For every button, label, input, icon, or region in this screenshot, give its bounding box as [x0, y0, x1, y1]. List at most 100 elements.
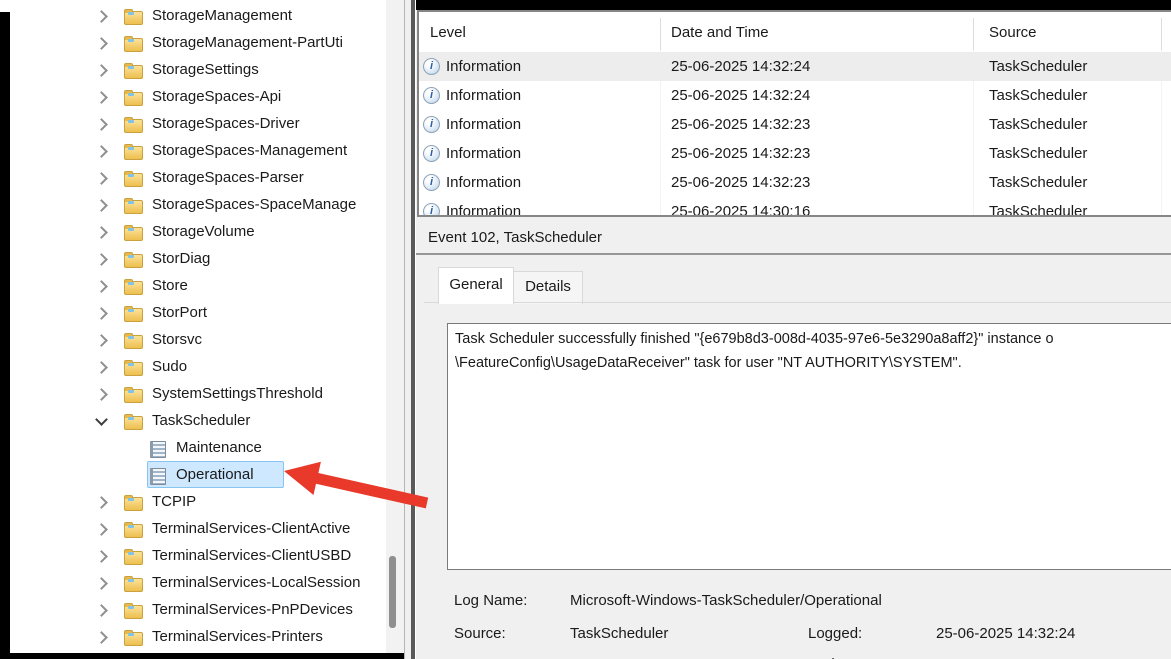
tree-item-label: StorPort [152, 304, 207, 321]
tree-scrollbar-thumb[interactable] [389, 556, 396, 628]
tree-item-storagespaces-spacemanage[interactable]: StorageSpaces-SpaceManage [0, 192, 386, 219]
column-header-date[interactable]: Date and Time [671, 24, 769, 41]
event-row[interactable]: iInformation25-06-2025 14:32:23TaskSched… [419, 110, 1171, 139]
folder-icon [124, 38, 143, 52]
folder-icon [124, 578, 143, 592]
tree-item-stordiag[interactable]: StorDiag [0, 246, 386, 273]
tree-item-label: Sudo [152, 358, 187, 375]
chevron-right-icon[interactable] [95, 280, 108, 293]
chevron-right-icon[interactable] [95, 226, 108, 239]
folder-icon [124, 65, 143, 79]
column-header-source[interactable]: Source [989, 24, 1037, 41]
tree-item-storport[interactable]: StorPort [0, 300, 386, 327]
chevron-right-icon[interactable] [95, 10, 108, 23]
event-row[interactable]: iInformation25-06-2025 14:32:23TaskSched… [419, 139, 1171, 168]
chevron-right-icon[interactable] [95, 172, 108, 185]
event-row[interactable]: iInformation25-06-2025 14:30:16TaskSched… [419, 197, 1171, 217]
event-source-cell: TaskScheduler [989, 58, 1087, 75]
tree-item-label: StorDiag [152, 250, 210, 267]
tree-item-storagespaces-api[interactable]: StorageSpaces-Api [0, 84, 386, 111]
tree-item-taskscheduler[interactable]: TaskScheduler [0, 408, 386, 435]
information-level-icon: i [423, 145, 440, 162]
logged-value: 25-06-2025 14:32:24 [936, 625, 1075, 642]
chevron-right-icon[interactable] [95, 388, 108, 401]
chevron-right-icon[interactable] [95, 496, 108, 509]
event-level-cell: Information [446, 116, 521, 133]
tree-item-terminalservices-clientactive[interactable]: TerminalServices-ClientActive [0, 516, 386, 543]
information-level-icon: i [423, 203, 440, 217]
event-list[interactable]: Level Date and Time Source iInformation2… [417, 10, 1171, 217]
tree-item-terminalservices-printers[interactable]: TerminalServices-Printers [0, 624, 386, 651]
column-separator[interactable] [660, 18, 661, 50]
tree-item-terminalservices-localsession[interactable]: TerminalServices-LocalSession [0, 570, 386, 597]
tree-item-storagespaces-management[interactable]: StorageSpaces-Management [0, 138, 386, 165]
chevron-right-icon[interactable] [95, 64, 108, 77]
event-content-panel: Level Date and Time Source iInformation2… [416, 0, 1171, 659]
tree-item-storagemanagement[interactable]: StorageManagement [0, 3, 386, 30]
tree-item-operational[interactable]: Operational [0, 462, 386, 489]
folder-icon [124, 11, 143, 25]
folder-icon [124, 389, 143, 403]
tree-item-label: Storsvc [152, 331, 202, 348]
tree-item-label: Operational [176, 466, 254, 483]
chevron-right-icon[interactable] [95, 118, 108, 131]
tab-details[interactable]: Details [513, 271, 583, 304]
tree-item-label: StorageSpaces-Management [152, 142, 347, 159]
folder-icon [124, 227, 143, 241]
event-detail-header: Event 102, TaskScheduler [416, 225, 1171, 253]
event-row[interactable]: iInformation25-06-2025 14:32:24TaskSched… [419, 81, 1171, 110]
chevron-right-icon[interactable] [95, 523, 108, 536]
event-description-line: Task Scheduler successfully finished "{e… [455, 331, 1054, 347]
tree-item-storagevolume[interactable]: StorageVolume [0, 219, 386, 246]
tree-item-storsvc[interactable]: Storsvc [0, 327, 386, 354]
tree-item-terminalservices-clientusbd[interactable]: TerminalServices-ClientUSBD [0, 543, 386, 570]
tree-item-storagespaces-driver[interactable]: StorageSpaces-Driver [0, 111, 386, 138]
chevron-right-icon[interactable] [95, 91, 108, 104]
tree-item-storagespaces-parser[interactable]: StorageSpaces-Parser [0, 165, 386, 192]
tree-item-storagesettings[interactable]: StorageSettings [0, 57, 386, 84]
column-separator[interactable] [1161, 18, 1162, 50]
folder-icon [124, 605, 143, 619]
log-name-value: Microsoft-Windows-TaskScheduler/Operatio… [570, 592, 882, 609]
event-description-box[interactable]: Task Scheduler successfully finished "{e… [447, 323, 1171, 570]
chevron-right-icon[interactable] [95, 307, 108, 320]
chevron-right-icon[interactable] [95, 361, 108, 374]
event-log-icon [150, 441, 166, 458]
chevron-right-icon[interactable] [95, 334, 108, 347]
tab-general[interactable]: General [438, 267, 514, 304]
folder-icon [124, 254, 143, 268]
tree-item-label: TCPIP [152, 493, 196, 510]
tree-item-terminalservices-pnpdevices[interactable]: TerminalServices-PnPDevices [0, 597, 386, 624]
tree-item-systemsettingsthreshold[interactable]: SystemSettingsThreshold [0, 381, 386, 408]
column-header-level[interactable]: Level [430, 24, 466, 41]
tree-item-sudo[interactable]: Sudo [0, 354, 386, 381]
folder-icon [124, 200, 143, 214]
chevron-right-icon[interactable] [95, 550, 108, 563]
event-level-cell: Information [446, 145, 521, 162]
tree-scrollbar-track[interactable] [386, 0, 404, 659]
tree-item-tcpip[interactable]: TCPIP [0, 489, 386, 516]
chevron-right-icon[interactable] [95, 145, 108, 158]
source-value: TaskScheduler [570, 625, 668, 642]
chevron-right-icon[interactable] [95, 631, 108, 644]
tree-item-label: TaskScheduler [152, 412, 250, 429]
event-row[interactable]: iInformation25-06-2025 14:32:24TaskSched… [419, 52, 1171, 81]
chevron-right-icon[interactable] [95, 37, 108, 50]
event-row[interactable]: iInformation25-06-2025 14:32:23TaskSched… [419, 168, 1171, 197]
folder-icon [124, 119, 143, 133]
chevron-right-icon[interactable] [95, 577, 108, 590]
chevron-right-icon[interactable] [95, 253, 108, 266]
tab-panel-border [424, 302, 1171, 303]
event-source-cell: TaskScheduler [989, 174, 1087, 191]
chevron-down-icon[interactable] [95, 413, 108, 426]
tree-item-store[interactable]: Store [0, 273, 386, 300]
logged-label: Logged: [808, 625, 862, 642]
folder-icon [124, 551, 143, 565]
tree-item-storagemanagement-partuti[interactable]: StorageManagement-PartUti [0, 30, 386, 57]
tree-item-maintenance[interactable]: Maintenance [0, 435, 386, 462]
tree-item-label: TerminalServices-ClientActive [152, 520, 350, 537]
chevron-right-icon[interactable] [95, 199, 108, 212]
chevron-right-icon[interactable] [95, 604, 108, 617]
column-separator[interactable] [973, 18, 974, 50]
folder-icon [124, 146, 143, 160]
